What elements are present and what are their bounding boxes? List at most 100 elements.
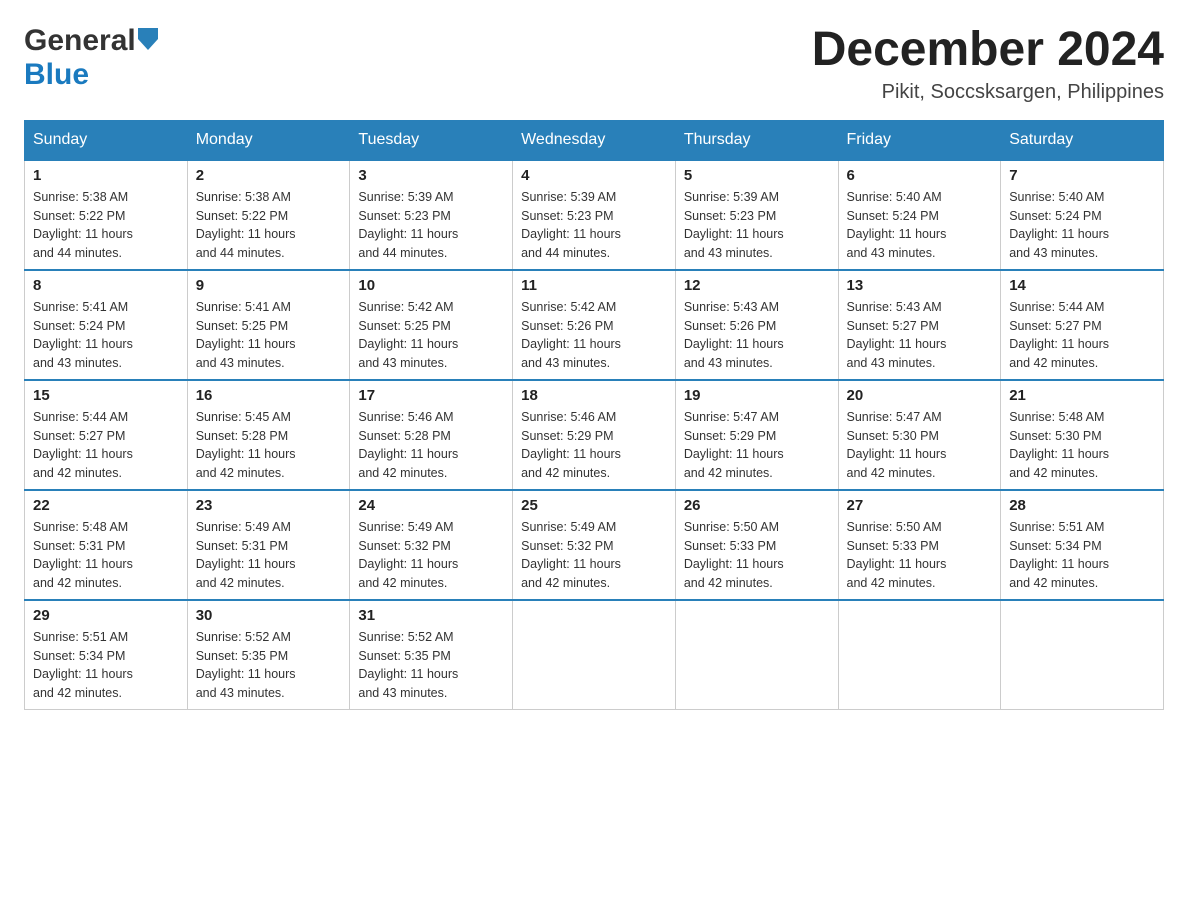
- calendar-header-saturday: Saturday: [1001, 120, 1164, 160]
- day-number: 10: [358, 277, 504, 294]
- day-info: Sunrise: 5:45 AMSunset: 5:28 PMDaylight:…: [196, 408, 342, 483]
- calendar-header-monday: Monday: [187, 120, 350, 160]
- calendar-cell: 13 Sunrise: 5:43 AMSunset: 5:27 PMDayligh…: [838, 270, 1001, 380]
- day-number: 15: [33, 387, 179, 404]
- day-number: 29: [33, 607, 179, 624]
- calendar-header-friday: Friday: [838, 120, 1001, 160]
- calendar-header-wednesday: Wednesday: [513, 120, 676, 160]
- day-info: Sunrise: 5:39 AMSunset: 5:23 PMDaylight:…: [684, 188, 830, 263]
- month-title: December 2024: [812, 24, 1164, 77]
- day-number: 28: [1009, 497, 1155, 514]
- day-number: 11: [521, 277, 667, 294]
- day-number: 2: [196, 167, 342, 184]
- calendar-cell: 22 Sunrise: 5:48 AMSunset: 5:31 PMDayligh…: [25, 490, 188, 600]
- day-number: 4: [521, 167, 667, 184]
- calendar-week-row: 8Sunrise: 5:41 AMSunset: 5:24 PMDaylight…: [25, 270, 1164, 380]
- day-number: 18: [521, 387, 667, 404]
- logo-blue-text: Blue: [24, 58, 89, 91]
- day-info: Sunrise: 5:40 AMSunset: 5:24 PMDaylight:…: [1009, 188, 1155, 263]
- calendar-cell: 21 Sunrise: 5:48 AMSunset: 5:30 PMDayligh…: [1001, 380, 1164, 490]
- day-number: 25: [521, 497, 667, 514]
- calendar-header-thursday: Thursday: [675, 120, 838, 160]
- day-number: 13: [847, 277, 993, 294]
- logo-general-text: General: [24, 24, 136, 58]
- calendar-cell: [513, 600, 676, 710]
- calendar-cell: 20Sunrise: 5:47 AMSunset: 5:30 PMDayligh…: [838, 380, 1001, 490]
- day-info: Sunrise: 5:41 AMSunset: 5:24 PMDaylight:…: [33, 298, 179, 373]
- calendar-cell: 10 Sunrise: 5:42 AMSunset: 5:25 PMDayligh…: [350, 270, 513, 380]
- calendar-header-row: SundayMondayTuesdayWednesdayThursdayFrid…: [25, 120, 1164, 160]
- day-number: 1: [33, 167, 179, 184]
- calendar-cell: 3Sunrise: 5:39 AMSunset: 5:23 PMDaylight…: [350, 160, 513, 270]
- day-info: Sunrise: 5:47 AMSunset: 5:29 PMDaylight:…: [684, 408, 830, 483]
- day-number: 14: [1009, 277, 1155, 294]
- day-number: 19: [684, 387, 830, 404]
- day-info: Sunrise: 5:51 AMSunset: 5:34 PMDaylight:…: [1009, 518, 1155, 593]
- day-info: Sunrise: 5:38 AMSunset: 5:22 PMDaylight:…: [33, 188, 179, 263]
- calendar-cell: 7 Sunrise: 5:40 AMSunset: 5:24 PMDaylight…: [1001, 160, 1164, 270]
- calendar-cell: 6Sunrise: 5:40 AMSunset: 5:24 PMDaylight…: [838, 160, 1001, 270]
- day-number: 22: [33, 497, 179, 514]
- calendar-cell: 28 Sunrise: 5:51 AMSunset: 5:34 PMDayligh…: [1001, 490, 1164, 600]
- day-info: Sunrise: 5:42 AMSunset: 5:26 PMDaylight:…: [521, 298, 667, 373]
- calendar-cell: [838, 600, 1001, 710]
- calendar-cell: 30Sunrise: 5:52 AMSunset: 5:35 PMDayligh…: [187, 600, 350, 710]
- day-info: Sunrise: 5:43 AMSunset: 5:27 PMDaylight:…: [847, 298, 993, 373]
- calendar-cell: 17 Sunrise: 5:46 AMSunset: 5:28 PMDayligh…: [350, 380, 513, 490]
- day-info: Sunrise: 5:50 AMSunset: 5:33 PMDaylight:…: [684, 518, 830, 593]
- day-number: 5: [684, 167, 830, 184]
- day-number: 7: [1009, 167, 1155, 184]
- day-info: Sunrise: 5:49 AMSunset: 5:32 PMDaylight:…: [358, 518, 504, 593]
- calendar-week-row: 1 Sunrise: 5:38 AMSunset: 5:22 PMDaylight…: [25, 160, 1164, 270]
- calendar-cell: 24 Sunrise: 5:49 AMSunset: 5:32 PMDayligh…: [350, 490, 513, 600]
- day-info: Sunrise: 5:48 AMSunset: 5:31 PMDaylight:…: [33, 518, 179, 593]
- day-info: Sunrise: 5:42 AMSunset: 5:25 PMDaylight:…: [358, 298, 504, 373]
- calendar-cell: 29 Sunrise: 5:51 AMSunset: 5:34 PMDayligh…: [25, 600, 188, 710]
- calendar-cell: 2 Sunrise: 5:38 AMSunset: 5:22 PMDaylight…: [187, 160, 350, 270]
- day-info: Sunrise: 5:48 AMSunset: 5:30 PMDaylight:…: [1009, 408, 1155, 483]
- calendar-cell: 27Sunrise: 5:50 AMSunset: 5:33 PMDayligh…: [838, 490, 1001, 600]
- day-info: Sunrise: 5:51 AMSunset: 5:34 PMDaylight:…: [33, 628, 179, 703]
- day-number: 12: [684, 277, 830, 294]
- day-number: 9: [196, 277, 342, 294]
- day-info: Sunrise: 5:44 AMSunset: 5:27 PMDaylight:…: [1009, 298, 1155, 373]
- calendar-table: SundayMondayTuesdayWednesdayThursdayFrid…: [24, 120, 1164, 711]
- calendar-cell: 9 Sunrise: 5:41 AMSunset: 5:25 PMDaylight…: [187, 270, 350, 380]
- day-number: 16: [196, 387, 342, 404]
- calendar-cell: 31 Sunrise: 5:52 AMSunset: 5:35 PMDayligh…: [350, 600, 513, 710]
- day-info: Sunrise: 5:50 AMSunset: 5:33 PMDaylight:…: [847, 518, 993, 593]
- day-number: 20: [847, 387, 993, 404]
- day-number: 31: [358, 607, 504, 624]
- calendar-cell: 1 Sunrise: 5:38 AMSunset: 5:22 PMDaylight…: [25, 160, 188, 270]
- calendar-header-tuesday: Tuesday: [350, 120, 513, 160]
- calendar-cell: 4Sunrise: 5:39 AMSunset: 5:23 PMDaylight…: [513, 160, 676, 270]
- calendar-week-row: 22 Sunrise: 5:48 AMSunset: 5:31 PMDayligh…: [25, 490, 1164, 600]
- calendar-cell: 18Sunrise: 5:46 AMSunset: 5:29 PMDayligh…: [513, 380, 676, 490]
- day-number: 21: [1009, 387, 1155, 404]
- calendar-header-sunday: Sunday: [25, 120, 188, 160]
- day-info: Sunrise: 5:38 AMSunset: 5:22 PMDaylight:…: [196, 188, 342, 263]
- calendar-week-row: 29 Sunrise: 5:51 AMSunset: 5:34 PMDayligh…: [25, 600, 1164, 710]
- day-info: Sunrise: 5:43 AMSunset: 5:26 PMDaylight:…: [684, 298, 830, 373]
- day-number: 26: [684, 497, 830, 514]
- day-info: Sunrise: 5:49 AMSunset: 5:32 PMDaylight:…: [521, 518, 667, 593]
- calendar-cell: 23 Sunrise: 5:49 AMSunset: 5:31 PMDayligh…: [187, 490, 350, 600]
- calendar-cell: 19 Sunrise: 5:47 AMSunset: 5:29 PMDayligh…: [675, 380, 838, 490]
- day-number: 24: [358, 497, 504, 514]
- calendar-cell: 8Sunrise: 5:41 AMSunset: 5:24 PMDaylight…: [25, 270, 188, 380]
- logo-flag-icon: [138, 28, 158, 50]
- day-info: Sunrise: 5:39 AMSunset: 5:23 PMDaylight:…: [358, 188, 504, 263]
- logo: General Blue: [24, 24, 158, 92]
- day-info: Sunrise: 5:49 AMSunset: 5:31 PMDaylight:…: [196, 518, 342, 593]
- page-header: General Blue December 2024 Pikit, Soccsk…: [24, 24, 1164, 104]
- day-number: 23: [196, 497, 342, 514]
- calendar-cell: 11 Sunrise: 5:42 AMSunset: 5:26 PMDayligh…: [513, 270, 676, 380]
- day-number: 17: [358, 387, 504, 404]
- day-info: Sunrise: 5:41 AMSunset: 5:25 PMDaylight:…: [196, 298, 342, 373]
- calendar-cell: [1001, 600, 1164, 710]
- day-number: 6: [847, 167, 993, 184]
- location-title: Pikit, Soccsksargen, Philippines: [812, 81, 1164, 104]
- calendar-cell: [675, 600, 838, 710]
- day-info: Sunrise: 5:46 AMSunset: 5:28 PMDaylight:…: [358, 408, 504, 483]
- day-info: Sunrise: 5:52 AMSunset: 5:35 PMDaylight:…: [358, 628, 504, 703]
